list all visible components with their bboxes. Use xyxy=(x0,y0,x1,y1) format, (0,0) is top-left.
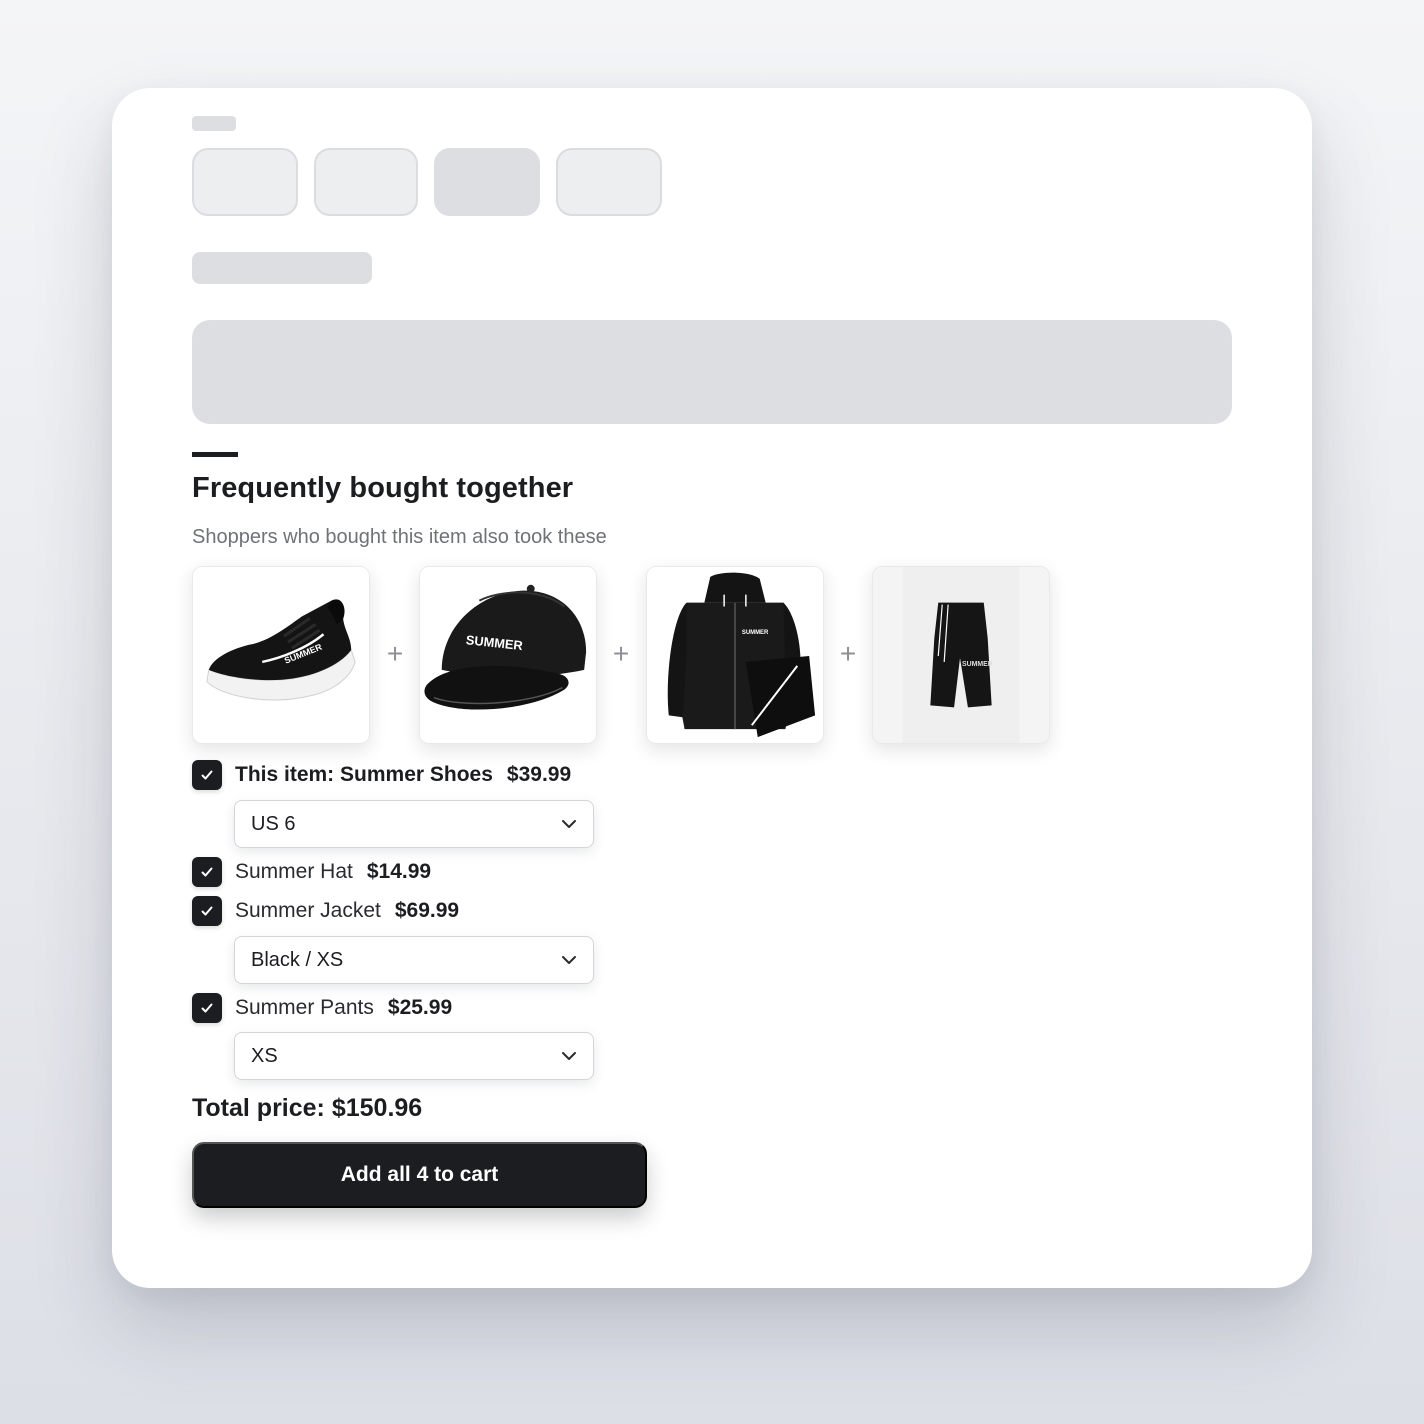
item-checkbox-shoes[interactable] xyxy=(192,760,222,790)
chevron-down-icon xyxy=(562,820,576,828)
item-price: $14.99 xyxy=(366,860,432,883)
plus-icon: + xyxy=(386,638,404,669)
skeleton-text-bar xyxy=(192,252,372,284)
select-value: US 6 xyxy=(251,812,296,835)
checkmark-icon xyxy=(201,770,213,780)
product-thumbnail-jacket[interactable]: SUMMER xyxy=(646,566,824,744)
checkmark-icon xyxy=(201,1003,213,1013)
shorts-icon: SUMMER xyxy=(873,567,1049,743)
item-price: $69.99 xyxy=(394,899,460,922)
skeleton-option-pill-selected xyxy=(434,148,540,216)
product-card: Frequently bought together Shoppers who … xyxy=(112,88,1312,1288)
chevron-down-icon xyxy=(562,1052,576,1060)
checkmark-icon xyxy=(201,906,213,916)
item-name: Summer Hat xyxy=(235,860,353,883)
total-price: Total price: $150.96 xyxy=(192,1094,422,1123)
item-row-shoes: This item: Summer Shoes $39.99 xyxy=(192,760,571,790)
select-value: Black / XS xyxy=(251,948,344,971)
product-thumbnail-shoes[interactable]: SUMMER xyxy=(192,566,370,744)
skeleton-option-pill xyxy=(314,148,418,216)
section-subtitle: Shoppers who bought this item also took … xyxy=(192,526,607,548)
svg-text:SUMMER: SUMMER xyxy=(742,630,769,636)
item-name: Summer Pants xyxy=(235,996,374,1019)
jacket-icon: SUMMER xyxy=(647,567,823,743)
item-price: $39.99 xyxy=(506,763,572,786)
section-title: Frequently bought together xyxy=(192,472,574,504)
add-all-to-cart-button[interactable]: Add all 4 to cart xyxy=(192,1142,647,1208)
total-label: Total price: xyxy=(192,1094,325,1122)
item-row-jacket: Summer Jacket $69.99 xyxy=(192,896,459,926)
item-checkbox-hat[interactable] xyxy=(192,857,222,887)
item-checkbox-jacket[interactable] xyxy=(192,896,222,926)
skeleton-option-pill xyxy=(192,148,298,216)
skeleton-option-pill xyxy=(556,148,662,216)
checkmark-icon xyxy=(201,867,213,877)
item-checkbox-pants[interactable] xyxy=(192,993,222,1023)
total-value: $150.96 xyxy=(331,1094,423,1122)
chevron-down-icon xyxy=(562,956,576,964)
select-value: XS xyxy=(251,1044,278,1067)
plus-icon: + xyxy=(612,638,630,669)
size-select-pants[interactable]: XS xyxy=(234,1032,594,1080)
product-thumbnail-hat[interactable]: SUMMER xyxy=(419,566,597,744)
item-row-pants: Summer Pants $25.99 xyxy=(192,993,452,1023)
sneaker-icon: SUMMER xyxy=(193,567,369,743)
section-accent-line xyxy=(192,452,238,457)
cap-icon: SUMMER xyxy=(420,567,596,743)
item-name: This item: Summer Shoes xyxy=(235,763,493,786)
item-row-hat: Summer Hat $14.99 xyxy=(192,857,431,887)
product-thumbnail-pants[interactable]: SUMMER xyxy=(872,566,1050,744)
size-select-shoes[interactable]: US 6 xyxy=(234,800,594,848)
svg-text:SUMMER: SUMMER xyxy=(962,661,993,668)
item-price: $25.99 xyxy=(387,996,453,1019)
plus-icon: + xyxy=(839,638,857,669)
variant-select-jacket[interactable]: Black / XS xyxy=(234,936,594,984)
item-name: Summer Jacket xyxy=(235,899,381,922)
skeleton-content-block xyxy=(192,320,1232,424)
skeleton-label xyxy=(192,116,236,131)
